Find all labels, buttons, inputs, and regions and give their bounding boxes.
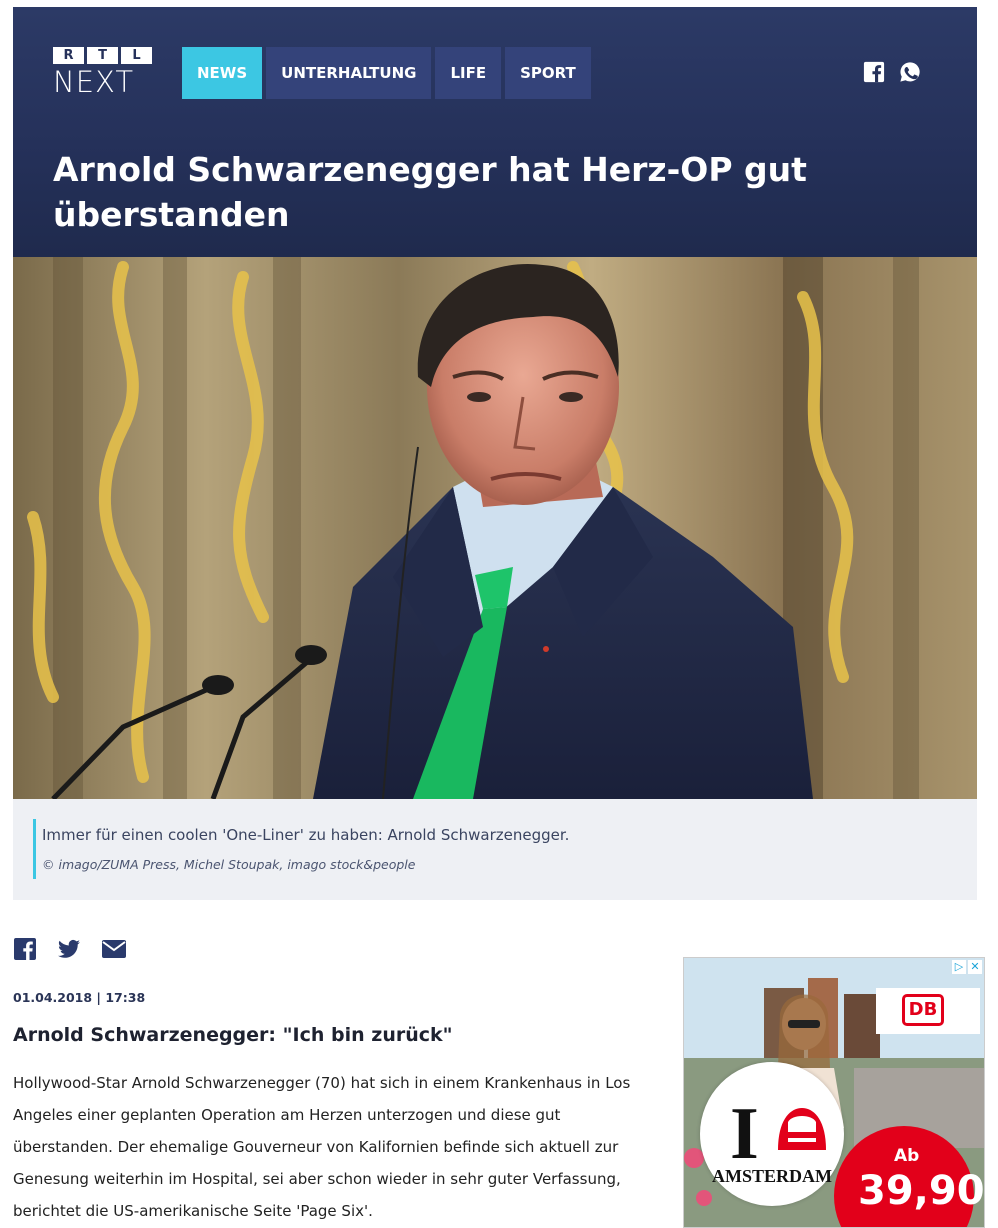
facebook-icon[interactable]	[863, 61, 885, 83]
nav-item-news[interactable]: NEWS	[182, 47, 263, 99]
logo-letter: T	[87, 47, 118, 64]
page-title: Arnold Schwarzenegger hat Herz-OP gut üb…	[53, 150, 807, 234]
image-caption-box: Immer für einen coolen 'One-Liner' zu ha…	[13, 799, 977, 900]
logo-letter: L	[121, 47, 152, 64]
nav-item-sport[interactable]: SPORT	[505, 47, 591, 99]
ad-banner[interactable]: ▷ ✕ DB I AMSTERDAM Ab 39,90	[683, 957, 985, 1228]
mail-icon[interactable]	[101, 937, 127, 961]
nav-item-life[interactable]: LIFE	[435, 47, 502, 99]
share-bar	[13, 937, 127, 961]
ad-big-letter: I	[730, 1093, 759, 1175]
ad-city: AMSTERDAM	[712, 1166, 832, 1186]
ad-price: 39,90	[858, 1168, 985, 1214]
logo-letter: R	[53, 47, 84, 64]
image-caption: Immer für einen coolen 'One-Liner' zu ha…	[33, 819, 569, 879]
publish-date: 01.04.2018 | 17:38	[13, 990, 146, 1005]
header-social-links	[863, 61, 921, 83]
hero-photo	[13, 257, 977, 799]
site-header: R T L NEXT NEWS UNTERHALTUNG LIFE SPORT …	[13, 7, 977, 257]
ice-train-icon	[778, 1108, 826, 1150]
main-nav: NEWS UNTERHALTUNG LIFE SPORT	[182, 47, 591, 99]
logo-next-text: NEXT	[53, 65, 135, 99]
db-logo-text: DB	[902, 994, 944, 1026]
ad-i-love-circle: I AMSTERDAM	[700, 1062, 844, 1206]
article-subhead: Arnold Schwarzenegger: "Ich bin zurück"	[13, 1024, 453, 1046]
facebook-icon[interactable]	[13, 937, 37, 961]
caption-text: Immer für einen coolen 'One-Liner' zu ha…	[42, 826, 570, 844]
whatsapp-icon[interactable]	[899, 61, 921, 83]
adchoices-icon[interactable]: ▷	[952, 960, 966, 974]
rtl-next-logo[interactable]: R T L NEXT	[53, 47, 153, 101]
ad-marker[interactable]: ▷ ✕	[952, 960, 982, 974]
article-body: Hollywood-Star Arnold Schwarzenegger (70…	[13, 1074, 631, 1220]
close-icon[interactable]: ✕	[968, 960, 982, 974]
logo-rtl-letters: R T L	[53, 47, 153, 64]
db-logo: DB	[876, 988, 980, 1034]
twitter-icon[interactable]	[57, 937, 81, 961]
ad-price-prefix: Ab	[894, 1146, 920, 1166]
caption-credit: © imago/ZUMA Press, Michel Stoupak, imag…	[42, 857, 416, 872]
nav-item-unterhaltung[interactable]: UNTERHALTUNG	[266, 47, 432, 99]
